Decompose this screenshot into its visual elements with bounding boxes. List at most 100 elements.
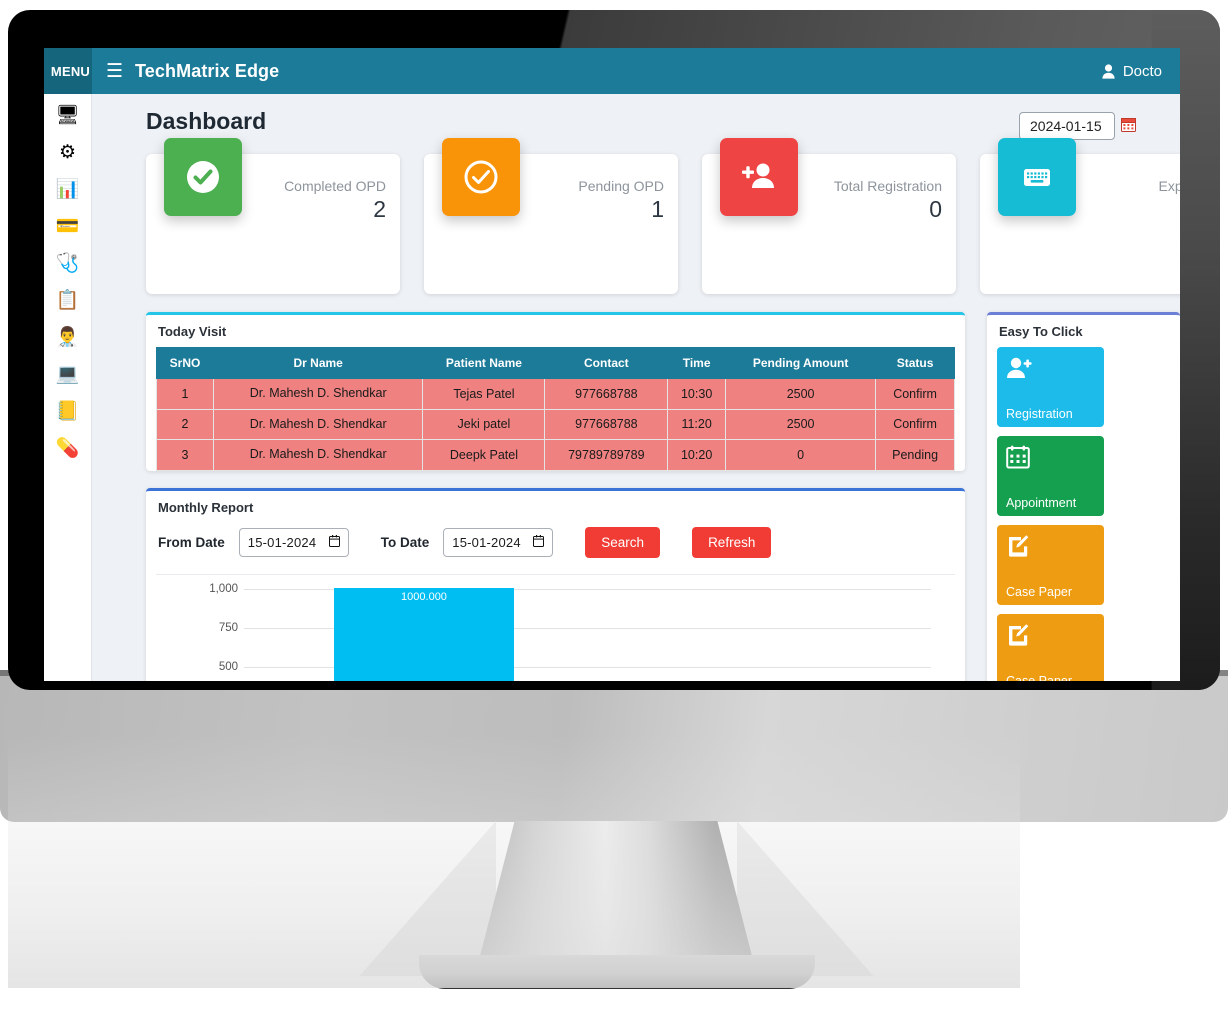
cell-status: Pending bbox=[875, 439, 955, 471]
table-row[interactable]: 1 Dr. Mahesh D. Shendkar Tejas Patel 977… bbox=[156, 378, 955, 410]
stat-text: Pending OPD 1 bbox=[578, 178, 664, 223]
sidebar-item-reports[interactable]: 📊 bbox=[56, 180, 80, 199]
cell-patient: Tejas Patel bbox=[422, 378, 546, 410]
monthly-report-panel: Monthly Report From Date 15-01-2024 To D… bbox=[146, 487, 965, 681]
tile-label: Case Paper bbox=[1006, 585, 1073, 599]
cell-contact: 79789789789 bbox=[544, 439, 669, 471]
sidebar-item-consult[interactable]: 🩺 bbox=[56, 254, 80, 273]
cell-status: Confirm bbox=[875, 378, 955, 410]
check-circle-filled-icon bbox=[187, 161, 219, 193]
sidebar-item-dashboard[interactable]: 🖥 bbox=[55, 106, 79, 125]
today-visit-table: SrNO Dr Name Patient Name Contact Time P… bbox=[156, 347, 955, 471]
cell-time: 11:20 bbox=[667, 408, 727, 441]
tile-label: Case Paper bbox=[1006, 674, 1073, 681]
chart-inner: 1,000 750 500 1000.000 bbox=[156, 575, 955, 681]
stat-card-completed-opd[interactable]: Completed OPD 2 bbox=[146, 138, 400, 294]
panels-row: Today Visit SrNO Dr Name Patient Name Co… bbox=[92, 294, 1180, 681]
stat-card-expenses[interactable]: Expenses 0 bbox=[980, 138, 1180, 294]
tile-appointment[interactable]: Appointment bbox=[997, 436, 1104, 516]
hamburger-icon[interactable]: ☰ bbox=[106, 62, 123, 81]
chart-ytick: 750 bbox=[218, 621, 238, 634]
monthly-report-form: From Date 15-01-2024 To Date 15-01-2024 bbox=[146, 523, 965, 574]
sidebar-item-billing[interactable]: 💳 bbox=[56, 217, 80, 236]
page-title: Dashboard bbox=[146, 108, 267, 134]
sidebar-item-doctor[interactable]: 👨‍⚕ bbox=[56, 328, 80, 347]
table-header-row: SrNO Dr Name Patient Name Contact Time P… bbox=[156, 347, 955, 379]
dashboard-date-input[interactable]: 2024-01-15 bbox=[1019, 112, 1115, 140]
sidebar-item-drug-master[interactable]: 💊 bbox=[56, 439, 80, 458]
table-row[interactable]: 3 Dr. Mahesh D. Shendkar Deepk Patel 797… bbox=[156, 439, 955, 471]
calendar-small-icon[interactable] bbox=[328, 534, 340, 550]
stat-card-total-registration[interactable]: Total Registration 0 bbox=[702, 138, 956, 294]
stat-label: Total Registration bbox=[833, 178, 942, 194]
calendar-grid-icon bbox=[1006, 445, 1096, 469]
search-button[interactable]: Search bbox=[585, 526, 661, 558]
chart-bar-label: 1000.000 bbox=[401, 590, 447, 603]
user-plus-icon bbox=[742, 163, 774, 188]
refresh-button[interactable]: Refresh bbox=[692, 526, 772, 558]
cell-srno: 3 bbox=[156, 439, 214, 471]
sidebar-item-prescription[interactable]: 📒 bbox=[56, 402, 80, 421]
cell-contact: 977668788 bbox=[544, 378, 669, 410]
sidebar-menu-label: MENU bbox=[44, 48, 92, 94]
stat-label: Completed OPD bbox=[284, 178, 386, 194]
stat-text: Total Registration 0 bbox=[834, 178, 942, 223]
calendar-small-icon[interactable] bbox=[533, 534, 545, 550]
chart-ytick: 500 bbox=[218, 660, 238, 673]
stat-icon-tile bbox=[164, 138, 242, 216]
left-column: Today Visit SrNO Dr Name Patient Name Co… bbox=[146, 312, 965, 681]
column-header-pending: Pending Amount bbox=[725, 347, 877, 379]
cell-time: 10:30 bbox=[667, 378, 727, 410]
cell-dr-name: Dr. Mahesh D. Shendkar bbox=[212, 408, 424, 441]
page-header: Dashboard 2024-01-15 bbox=[92, 94, 1180, 140]
to-date-input[interactable]: 15-01-2024 bbox=[443, 527, 554, 557]
stat-label: Pending OPD bbox=[578, 178, 664, 194]
stat-value: 2 bbox=[373, 196, 386, 222]
cell-time: 10:20 bbox=[667, 439, 727, 471]
cell-srno: 2 bbox=[156, 408, 214, 441]
chart-plot-area: 1,000 750 500 1000.000 bbox=[209, 583, 931, 681]
cell-patient: Deepk Patel bbox=[422, 439, 546, 471]
tile-registration[interactable]: Registration bbox=[997, 347, 1104, 427]
stat-icon-tile bbox=[442, 138, 520, 216]
sidebar-item-appointment[interactable]: 💻 bbox=[56, 365, 80, 384]
calendar-icon[interactable] bbox=[1121, 117, 1136, 135]
cell-patient: Jeki patel bbox=[422, 408, 546, 441]
tile-label: Appointment bbox=[1006, 496, 1077, 510]
user-icon bbox=[1102, 63, 1115, 79]
tile-label: Registration bbox=[1006, 407, 1073, 421]
stat-card-row: Completed OPD 2 Pending OPD 1 Total Regi… bbox=[92, 138, 1180, 294]
monthly-report-chart: 1,000 750 500 1000.000 bbox=[156, 573, 955, 681]
cell-pending: 2500 bbox=[725, 408, 877, 441]
stat-icon-tile bbox=[720, 138, 798, 216]
cell-pending: 0 bbox=[725, 439, 877, 471]
stat-value: 0 bbox=[1159, 196, 1180, 223]
stat-card-pending-opd[interactable]: Pending OPD 1 bbox=[424, 138, 678, 294]
monitor-stand-wing-left bbox=[359, 821, 496, 976]
column-header-patient: Patient Name bbox=[422, 347, 546, 379]
stat-value: 1 bbox=[651, 196, 664, 222]
sidebar-item-case-paper[interactable]: 📋 bbox=[56, 291, 80, 310]
main-content: Dashboard 2024-01-15 Completed OPD 2 Pen… bbox=[92, 94, 1180, 681]
table-row[interactable]: 2 Dr. Mahesh D. Shendkar Jeki patel 9776… bbox=[156, 408, 955, 441]
column-header-dr-name: Dr Name bbox=[212, 347, 424, 379]
tile-case-paper-2[interactable]: Case Paper bbox=[997, 614, 1104, 681]
cell-dr-name: Dr. Mahesh D. Shendkar bbox=[212, 378, 424, 410]
user-menu[interactable]: Docto bbox=[1102, 63, 1162, 80]
keyboard-icon bbox=[1024, 169, 1050, 186]
from-date-input[interactable]: 15-01-2024 bbox=[238, 527, 349, 557]
stat-label: Expenses bbox=[1158, 178, 1180, 194]
check-circle-outline-icon bbox=[464, 160, 498, 194]
edit-square-icon bbox=[1006, 534, 1096, 558]
monitor-stand-base bbox=[419, 955, 815, 989]
user-name-label: Docto bbox=[1122, 62, 1162, 80]
cell-contact: 977668788 bbox=[544, 408, 669, 441]
column-header-time: Time bbox=[667, 347, 727, 379]
sidebar-item-settings[interactable]: ⚙ bbox=[59, 143, 76, 162]
chart-bar[interactable]: 1000.000 bbox=[334, 587, 514, 681]
column-header-srno: SrNO bbox=[156, 347, 214, 379]
to-date-value: 15-01-2024 bbox=[452, 534, 521, 550]
tile-case-paper-1[interactable]: Case Paper bbox=[997, 525, 1104, 605]
top-bar: MENU ☰ TechMatrix Edge Docto bbox=[44, 48, 1180, 94]
cell-status: Confirm bbox=[875, 408, 955, 441]
